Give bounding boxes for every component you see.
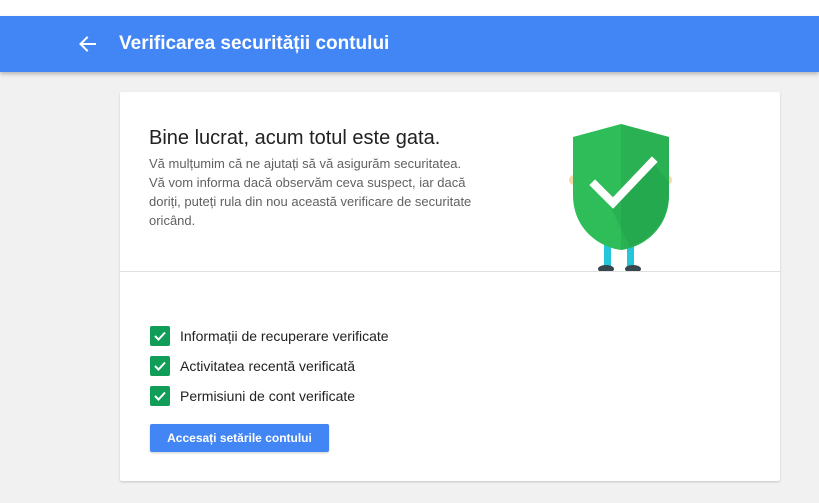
checklist-label: Permisiuni de cont verificate bbox=[180, 388, 356, 404]
top-strip bbox=[0, 0, 819, 16]
checklist-item: Informații de recuperare verificate bbox=[150, 321, 389, 351]
back-button[interactable] bbox=[72, 29, 102, 59]
page-title: Verificarea securității contului bbox=[119, 33, 390, 54]
arrow-back-icon bbox=[79, 36, 96, 52]
card-headline: Bine lucrat, acum totul este gata. bbox=[149, 127, 441, 149]
checkbox-checked-icon bbox=[150, 326, 170, 346]
checklist-label: Informații de recuperare verificate bbox=[180, 328, 389, 344]
card-description: Vă mulțumim că ne ajutați să vă asigurăm… bbox=[149, 156, 472, 228]
checklist-item: Activitatea recentă verificată bbox=[150, 351, 389, 381]
verification-checklist: Informații de recuperare verificate Acti… bbox=[150, 321, 389, 411]
app-header: Verificarea securității contului bbox=[0, 16, 819, 72]
shield-check-icon bbox=[569, 124, 672, 272]
checkbox-checked-icon bbox=[150, 356, 170, 376]
checkbox-checked-icon bbox=[150, 386, 170, 406]
account-settings-button[interactable]: Accesați setările contului bbox=[150, 424, 329, 452]
result-card: Bine lucrat, acum totul este gata. Vă mu… bbox=[120, 92, 780, 481]
checklist-label: Activitatea recentă verificată bbox=[180, 358, 356, 374]
checklist-item: Permisiuni de cont verificate bbox=[150, 381, 389, 411]
card-divider bbox=[120, 271, 780, 272]
